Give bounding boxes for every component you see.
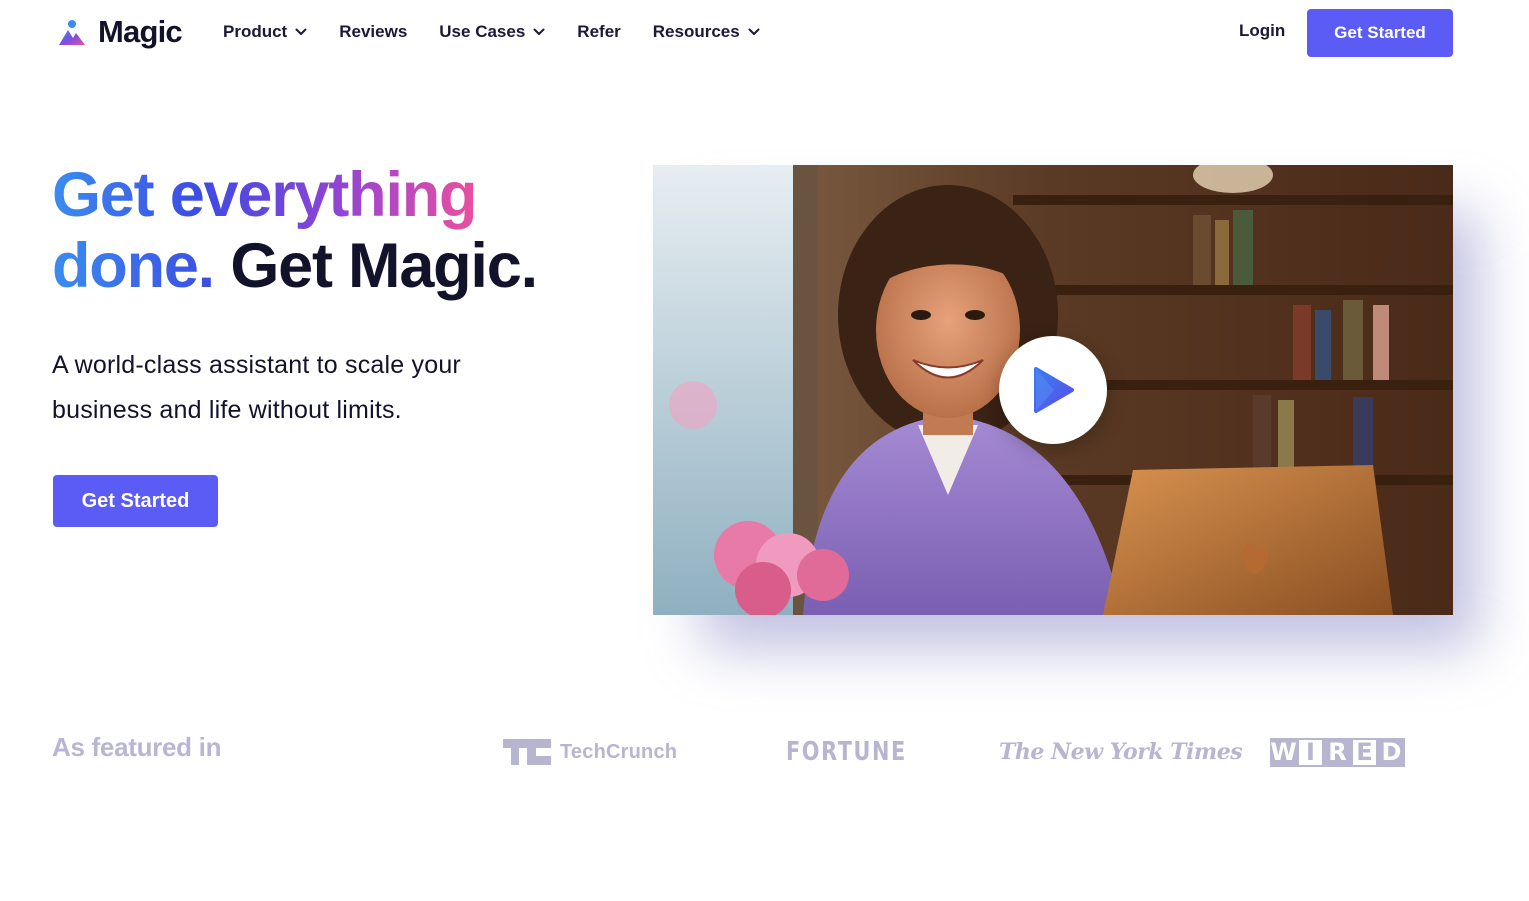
logo-text: Magic <box>98 14 183 49</box>
top-nav: Magic Product Reviews Use Cases Refer Re… <box>0 0 1529 66</box>
techcrunch-logo: TechCrunch <box>503 733 677 771</box>
chevron-down-icon <box>533 28 545 35</box>
hero-subtitle: A world-class assistant to scale your bu… <box>52 351 461 424</box>
chevron-down-icon <box>748 28 760 35</box>
hero-headline: Get everything done. Get Magic. <box>52 160 592 302</box>
nav-item-product[interactable]: Product <box>223 20 307 44</box>
nyt-logo: The New York Times <box>999 739 1243 765</box>
nav-item-reviews[interactable]: Reviews <box>339 20 407 44</box>
chevron-down-icon <box>295 28 307 35</box>
nav-item-use-cases[interactable]: Use Cases <box>439 20 545 44</box>
headline-gradient-text: Get everything <box>52 160 478 230</box>
techcrunch-mark-icon <box>503 739 551 765</box>
nav-item-label: Use Cases <box>439 22 526 41</box>
headline-dark-text: Get Magic. <box>230 231 538 301</box>
nav-item-resources[interactable]: Resources <box>653 20 760 44</box>
login-link[interactable]: Login <box>1239 21 1285 41</box>
techcrunch-text: TechCrunch <box>560 740 678 763</box>
featured-in-label: As featured in <box>52 732 222 762</box>
magic-logo[interactable]: Magic <box>56 14 183 50</box>
nav-item-label: Product <box>223 22 288 41</box>
hero-get-started-button[interactable]: Get Started <box>53 475 218 527</box>
wired-letter: I <box>1297 737 1324 767</box>
nav-item-refer[interactable]: Refer <box>577 20 620 44</box>
fortune-logo: FORTUNE <box>786 737 907 767</box>
play-button[interactable] <box>999 336 1107 444</box>
nav-item-label: Reviews <box>339 22 408 41</box>
nav-menu: Product Reviews Use Cases Refer Resource… <box>223 20 760 44</box>
play-icon <box>1034 367 1074 413</box>
wired-logo: W I R E D <box>1270 733 1405 771</box>
nav-item-label: Resources <box>652 22 740 41</box>
headline-gradient-text-2: done. <box>52 231 215 301</box>
magic-logo-icon <box>59 20 85 45</box>
nav-item-label: Refer <box>577 22 621 41</box>
wired-letter: W <box>1270 737 1297 767</box>
get-started-button[interactable]: Get Started <box>1307 9 1453 57</box>
wired-letter: D <box>1378 737 1405 767</box>
wired-letter: R <box>1324 737 1351 767</box>
wired-letter: E <box>1351 737 1378 767</box>
